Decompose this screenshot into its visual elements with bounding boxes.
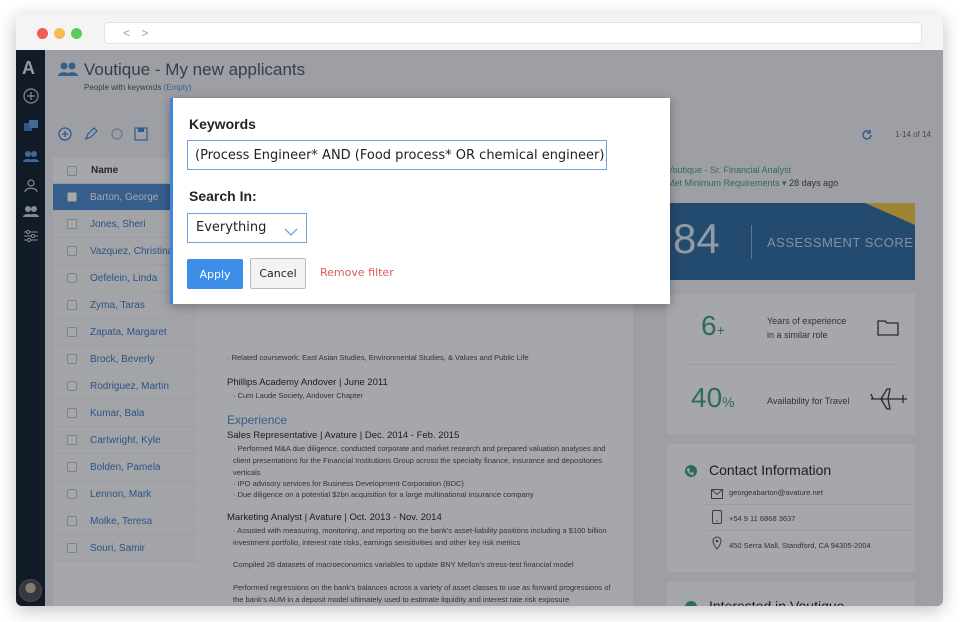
keywords-input[interactable] <box>187 140 607 170</box>
search-in-select[interactable]: Everything <box>187 213 307 243</box>
keyword-filter-dialog: Keywords Search In: Everything Apply Can… <box>170 98 670 304</box>
maximize-window-button[interactable] <box>71 28 82 39</box>
remove-filter-button[interactable]: Remove filter <box>320 266 394 279</box>
close-window-button[interactable] <box>37 28 48 39</box>
search-in-value: Everything <box>196 220 267 235</box>
keywords-label: Keywords <box>189 116 256 132</box>
apply-button[interactable]: Apply <box>187 259 243 289</box>
browser-titlebar: < > <box>16 14 943 50</box>
back-forward-icon[interactable]: < > <box>123 26 152 40</box>
chevron-down-icon <box>284 221 298 249</box>
cancel-button[interactable]: Cancel <box>250 258 306 289</box>
search-in-label: Search In: <box>189 188 257 204</box>
minimize-window-button[interactable] <box>54 28 65 39</box>
address-bar[interactable]: < > <box>104 22 922 44</box>
